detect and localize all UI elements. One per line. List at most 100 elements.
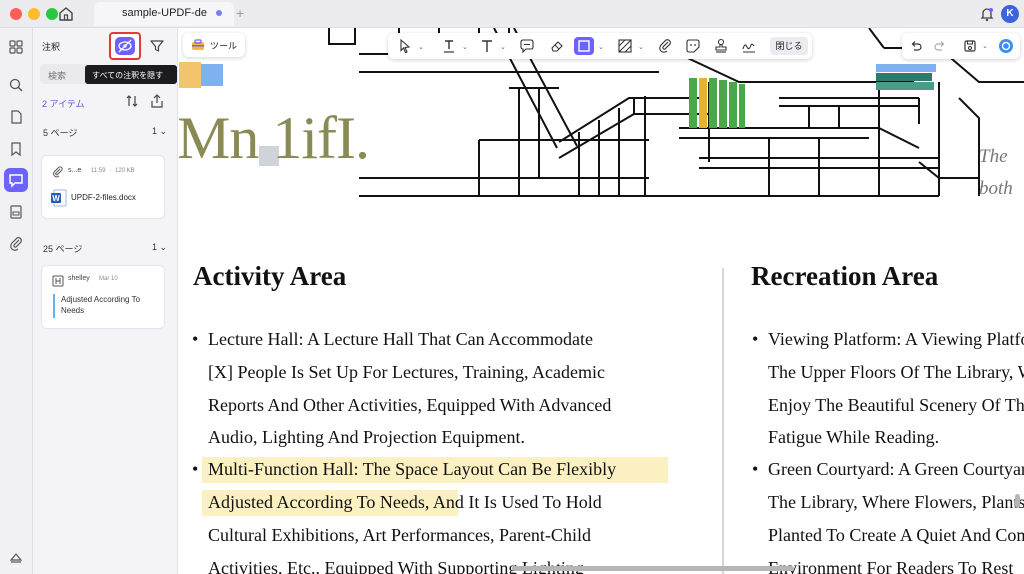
attached-file-name: UPDF-2-files.docx: [71, 193, 136, 202]
body-text-line: The Upper Floors Of The Library, Where R…: [768, 362, 1024, 382]
select-cursor-icon[interactable]: [396, 37, 414, 55]
body-text-line: Audio, Lighting And Projection Equipment…: [208, 427, 525, 447]
annotation-date: Mar 10: [99, 276, 118, 282]
history-toolbar: ⌄: [902, 33, 1020, 59]
clipped-text: The: [979, 146, 1008, 167]
stamp-icon[interactable]: [712, 37, 730, 55]
vertical-scrollbar[interactable]: [1015, 494, 1020, 508]
eye-slash-icon: [115, 37, 135, 55]
activity-area-heading: Activity Area: [193, 261, 347, 291]
bell-icon[interactable]: [978, 5, 996, 23]
redo-icon[interactable]: [932, 38, 948, 54]
comment-icon[interactable]: [4, 168, 28, 192]
body-text-line: The Library, Where Flowers, Plants And T…: [768, 492, 1024, 512]
sticker-icon[interactable]: [684, 37, 702, 55]
attachment-icon[interactable]: [7, 234, 25, 252]
word-file-icon: W: [51, 189, 67, 207]
logo-watermark-text: Mn 1ifI.: [179, 105, 370, 171]
column-divider: [722, 268, 724, 574]
chevron-down-icon[interactable]: ⌄: [982, 42, 988, 50]
tools-button[interactable]: ツール: [183, 33, 245, 57]
body-text-line: Reports And Other Activities, Equipped W…: [208, 395, 612, 415]
chevron-down-icon[interactable]: ⌄: [418, 43, 424, 51]
annotation-author: shelley: [68, 275, 90, 282]
document-tab-title: sample-UPDF-de: [122, 7, 207, 19]
body-text-line: Multi-Function Hall: The Space Layout Ca…: [208, 459, 617, 479]
page-group-label: 5 ページ: [43, 128, 78, 138]
hide-annotations-tooltip: すべての注釈を隠す: [85, 65, 177, 84]
body-text-line: Environment For Readers To Rest: [768, 558, 1014, 574]
bullet-point: •: [192, 459, 199, 479]
hide-all-annotations-button[interactable]: [109, 32, 141, 60]
new-tab-plus-icon[interactable]: +: [236, 5, 244, 21]
chevron-down-icon[interactable]: ⌄: [638, 43, 644, 51]
document-tab[interactable]: sample-UPDF-de: [94, 2, 234, 26]
search-placeholder: 検索: [48, 71, 67, 81]
attach-file-icon[interactable]: [656, 37, 674, 55]
annotation-card[interactable]: s...e 11:59 · 120 KB W UPDF-2-files.docx: [41, 155, 165, 219]
page-group-label: 25 ページ: [43, 244, 83, 254]
page-group-header[interactable]: 5 ページ 1 ⌄: [43, 126, 167, 139]
updf-window: sample-UPDF-de + K 注釈 検索 すべての注釈を隠す 2 アイテ…: [0, 0, 1024, 574]
text-underline-icon[interactable]: [440, 37, 458, 55]
annotation-author: s...e: [68, 167, 82, 174]
eraser-icon[interactable]: [548, 37, 566, 55]
annotation-card[interactable]: shelley Mar 10 Adjusted According To Nee…: [41, 265, 165, 329]
form-icon[interactable]: [7, 203, 25, 221]
annotation-search-input[interactable]: 検索: [40, 64, 90, 84]
thumbnails-icon[interactable]: [7, 38, 25, 56]
annotation-file-size: 120 KB: [115, 168, 135, 174]
minimize-window-button[interactable]: [28, 8, 40, 20]
search-icon[interactable]: [7, 76, 25, 94]
close-window-button[interactable]: [10, 8, 22, 20]
annotation-separator: ·: [110, 168, 112, 174]
body-text-line: Enjoy The Beautiful Scenery Of The Campu…: [768, 395, 1024, 415]
highlight-color-bar: [53, 294, 55, 318]
bullet-point: •: [192, 329, 199, 349]
recreation-area-heading: Recreation Area: [751, 261, 939, 291]
panel-title: 注釈: [42, 42, 61, 52]
body-text-line: Green Courtyard: A Green Courtyard Is Se…: [768, 459, 1024, 479]
bookmark-icon[interactable]: [7, 140, 25, 158]
layers-icon[interactable]: [7, 548, 25, 566]
signature-icon[interactable]: [740, 37, 758, 55]
toolbox-icon: [191, 38, 205, 52]
chevron-down-icon[interactable]: ⌄: [500, 43, 506, 51]
rectangle-tool-icon[interactable]: [574, 37, 594, 55]
annotation-time: 11:59: [91, 168, 106, 174]
unsaved-dot-icon: [216, 10, 222, 16]
horizontal-scrollbar[interactable]: [512, 566, 794, 571]
user-avatar[interactable]: K: [1001, 5, 1019, 23]
comment-bubble-icon[interactable]: [518, 37, 536, 55]
export-icon[interactable]: [149, 93, 165, 109]
pages-icon[interactable]: [7, 108, 25, 126]
close-annotation-mode-button[interactable]: 閉じる: [770, 37, 808, 55]
body-text-line: Planted To Create A Quiet And Comfortabl…: [768, 525, 1024, 545]
undo-icon[interactable]: [908, 38, 924, 54]
area-hatch-icon[interactable]: [616, 37, 634, 55]
bullet-point: •: [752, 459, 759, 479]
annotation-panel: 注釈 検索 すべての注釈を隠す 2 アイテム 5 ページ 1 ⌄ s...e 1…: [33, 28, 178, 574]
ai-assistant-icon[interactable]: [998, 38, 1014, 54]
body-text-line: Adjusted According To Needs, And It Is U…: [208, 492, 602, 512]
bullet-point: •: [752, 329, 759, 349]
paperclip-icon: [52, 165, 64, 178]
sort-icon[interactable]: [125, 94, 139, 108]
filter-icon[interactable]: [149, 38, 165, 54]
page-group-count: 1: [151, 126, 157, 136]
save-icon[interactable]: [962, 38, 978, 54]
page-group-count: 1: [151, 242, 157, 252]
text-box-icon[interactable]: [478, 37, 496, 55]
page-group-header[interactable]: 25 ページ 1 ⌄: [43, 242, 167, 255]
chevron-down-icon[interactable]: ⌄: [462, 43, 468, 51]
body-text-line: Cultural Exhibitions, Art Performances, …: [208, 525, 591, 545]
body-text-line: Viewing Platform: A Viewing Platform Is …: [768, 329, 1024, 349]
document-canvas[interactable]: Mn 1ifI. The both Activity Area Recreati…: [179, 28, 1024, 574]
title-bar: sample-UPDF-de + K: [0, 0, 1024, 28]
svg-text:W: W: [52, 194, 60, 203]
left-rail: [0, 28, 33, 574]
chevron-down-icon[interactable]: ⌄: [598, 43, 604, 51]
highlight-icon: [52, 274, 64, 287]
body-text-line: Lecture Hall: A Lecture Hall That Can Ac…: [208, 329, 594, 349]
home-icon[interactable]: [56, 4, 76, 24]
